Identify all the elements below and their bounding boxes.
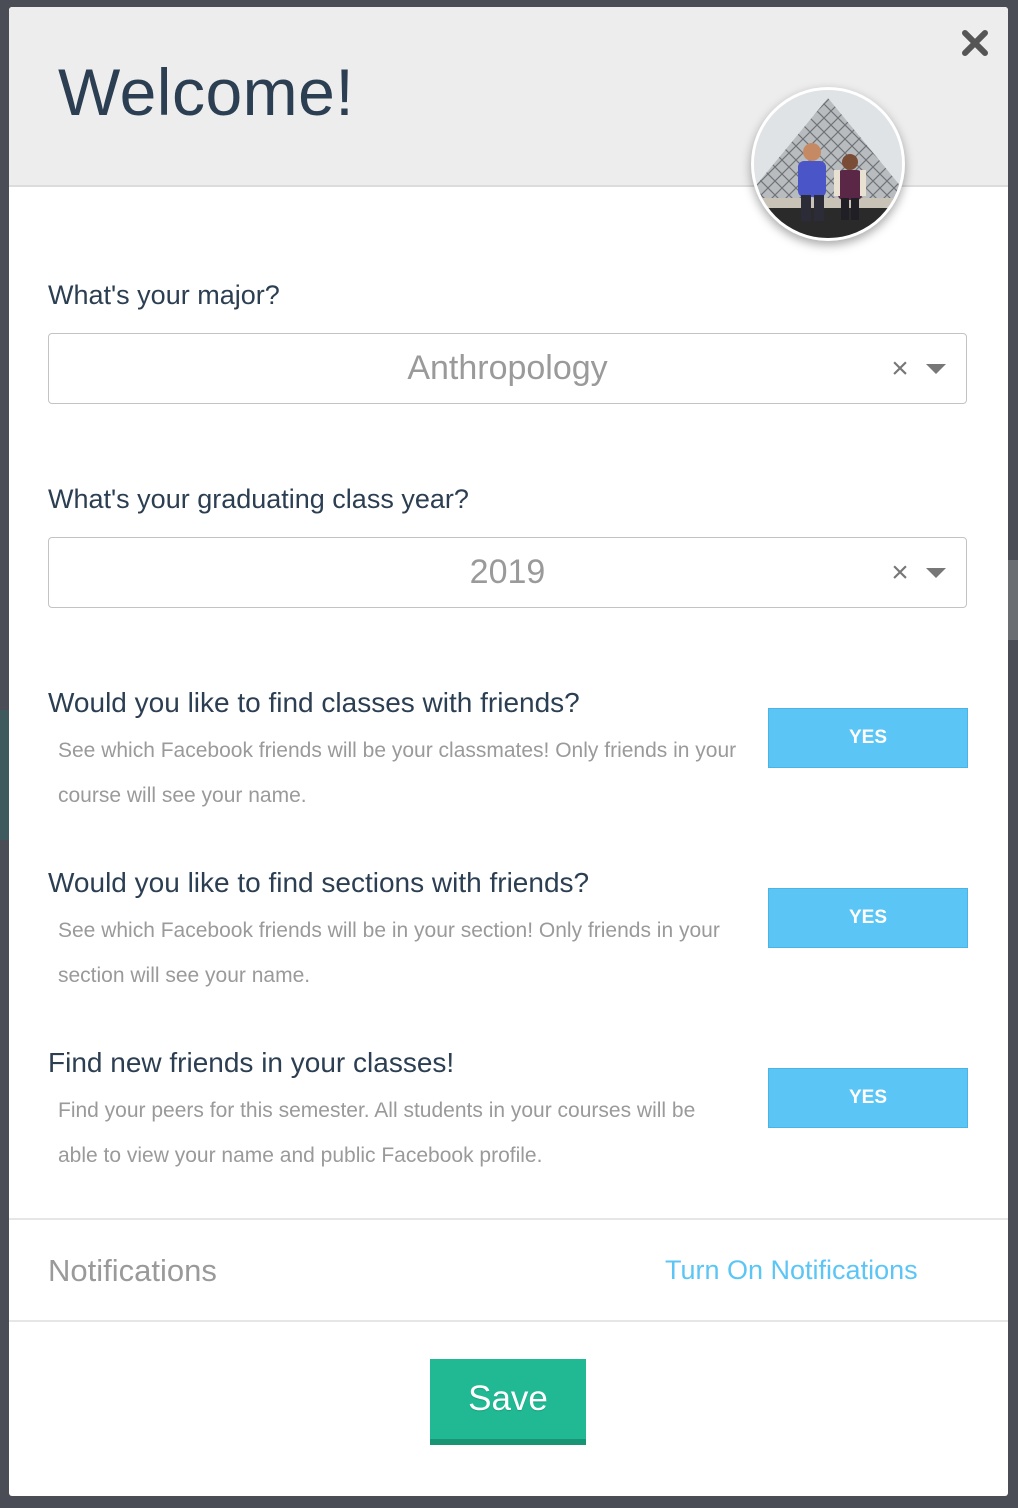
find-new-friends-description: Find your peers for this semester. All s… — [58, 1099, 696, 1167]
divider — [9, 1320, 1008, 1322]
find-new-friends-yes-button[interactable]: YES — [768, 1068, 968, 1128]
find-new-friends-title: Find new friends in your classes! — [48, 1047, 455, 1078]
find-sections-yes-button[interactable]: YES — [768, 888, 968, 948]
find-classes-description: See which Facebook friends will be your … — [58, 739, 737, 807]
save-button[interactable]: Save — [430, 1359, 586, 1445]
class-year-label: What's your graduating class year? — [48, 484, 469, 514]
find-classes-yes-button[interactable]: YES — [768, 708, 968, 768]
major-label: What's your major? — [48, 280, 280, 310]
chevron-down-icon[interactable] — [926, 568, 946, 578]
find-classes-title: Would you like to find classes with frie… — [48, 687, 580, 718]
clear-icon[interactable]: × — [888, 558, 912, 588]
modal-title: Welcome! — [58, 55, 355, 129]
notifications-label: Notifications — [48, 1253, 217, 1288]
find-sections-description: See which Facebook friends will be in yo… — [58, 919, 720, 987]
chevron-down-icon[interactable] — [926, 364, 946, 374]
clear-icon[interactable]: × — [888, 354, 912, 384]
class-year-select[interactable]: 2019 × — [48, 537, 967, 608]
divider — [9, 1218, 1008, 1220]
major-select-value: Anthropology — [407, 349, 608, 387]
turn-on-notifications-link[interactable]: Turn On Notifications — [665, 1254, 918, 1286]
major-select[interactable]: Anthropology × — [48, 333, 967, 404]
find-sections-title: Would you like to find sections with fri… — [48, 867, 590, 898]
close-icon[interactable] — [957, 25, 993, 61]
avatar — [751, 87, 905, 241]
avatar-photo-icon — [754, 90, 902, 238]
welcome-modal: Welcome! What's your major? Anthropology… — [9, 7, 1008, 1496]
class-year-select-value: 2019 — [469, 553, 546, 591]
backdrop-right — [1008, 560, 1018, 640]
